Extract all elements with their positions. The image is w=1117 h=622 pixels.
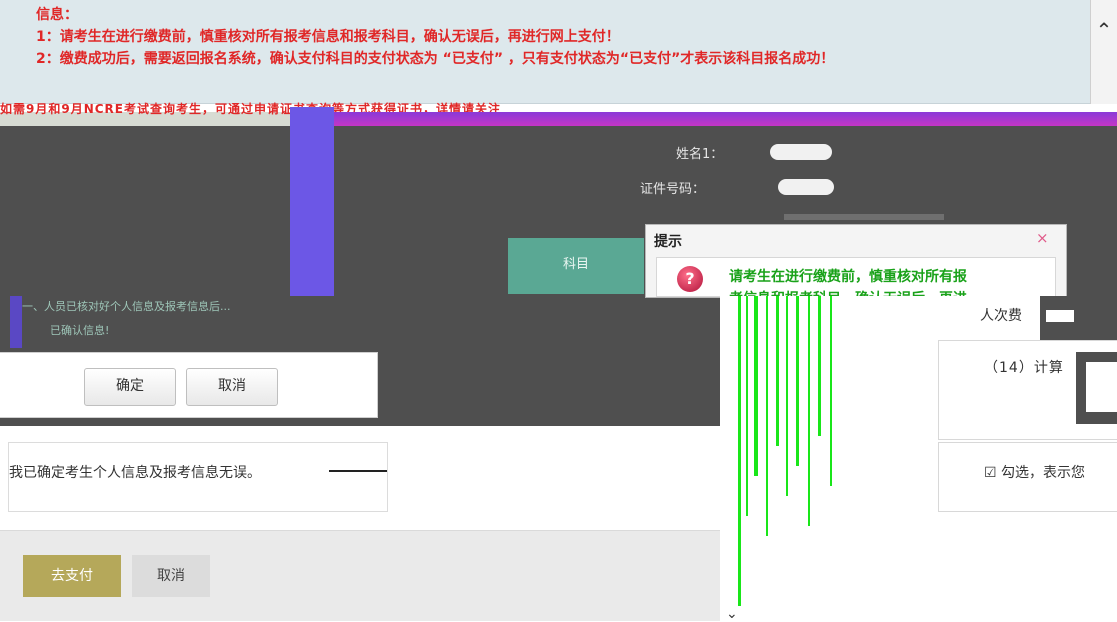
garbled-confirm-text: 已确认信息! [50,324,110,337]
agreement-box: 我已确定考生个人信息及报考信息无误。 [8,442,388,512]
pay-button[interactable]: 去支付 [23,555,121,597]
agreement-text: 我已确定考生个人信息及报考信息无误。 [9,465,261,481]
notice-line-1: 1：请考生在进行缴费前，慎重核对所有报考信息和报考科目，确认无误后，再进行网上支… [36,29,620,45]
glitch-stripe [766,296,768,536]
fee-calc-label: （14）计算 [984,360,1064,376]
confirm-dialog: 确定 取消 [0,352,378,418]
glitch-stripe [786,296,788,496]
blurred-row [784,214,944,220]
notice-line-2: 2：缴费成功后，需要返回报名系统，确认支付科目的支付状态为 “已支付” ，只有支… [36,51,835,67]
notice-heading: 信息： [36,7,78,23]
overlay-notch-2-gap [1086,362,1117,412]
field-label-name: 姓名1： [676,147,724,162]
confirm-ok-button[interactable]: 确定 [84,368,176,406]
field-value-id [778,179,834,195]
glitch-stripe [808,296,810,526]
per-person-fee-label: 人次费 [980,308,1022,324]
scroll-down-icon[interactable]: ⌄ [726,606,738,622]
glitch-stripe [738,296,741,606]
footer-actions: 去支付 取消 [0,530,720,621]
glitch-stripe [818,296,821,436]
prompt-message: 请考生在进行缴费前，慎重核对所有报 [729,269,967,285]
field-label-id: 证件号码： [640,182,706,197]
garbled-form-text: 一、人员已核对好个人信息及报考信息后... [22,300,231,313]
field-value-name [770,144,832,160]
scroll-up-icon[interactable]: ⌃ [1090,0,1117,104]
agreement-checkbox-label[interactable]: ☑ 勾选，表示您 [984,462,1085,482]
glitch-stripe [746,296,748,516]
prompt-title: 提示 [654,234,682,250]
strike-line [329,470,387,472]
notice-panel: 信息： 1：请考生在进行缴费前，慎重核对所有报考信息和报考科目，确认无误后，再进… [0,0,1090,104]
confirm-cancel-button[interactable]: 取消 [186,368,278,406]
close-icon[interactable]: × [1036,229,1049,247]
overlay-notch-gap [1046,310,1074,322]
glitch-stripe [754,296,758,476]
glitch-block [290,107,334,299]
glitch-stripe [830,296,832,486]
prompt-body: ? 请考生在进行缴费前，慎重核对所有报 考信息和报考科目，确认无误后，再进 [656,257,1056,297]
question-icon: ? [677,266,703,292]
prompt-dialog: 提示 × ? 请考生在进行缴费前，慎重核对所有报 考信息和报考科目，确认无误后，… [645,224,1067,298]
glitch-strip-left [10,296,22,348]
footer-cancel-button[interactable]: 取消 [132,555,210,597]
glitch-bar [290,112,1117,126]
glitch-stripe [796,296,799,466]
subject-column-header: 科目 [508,238,644,294]
glitch-stripe [776,296,779,446]
